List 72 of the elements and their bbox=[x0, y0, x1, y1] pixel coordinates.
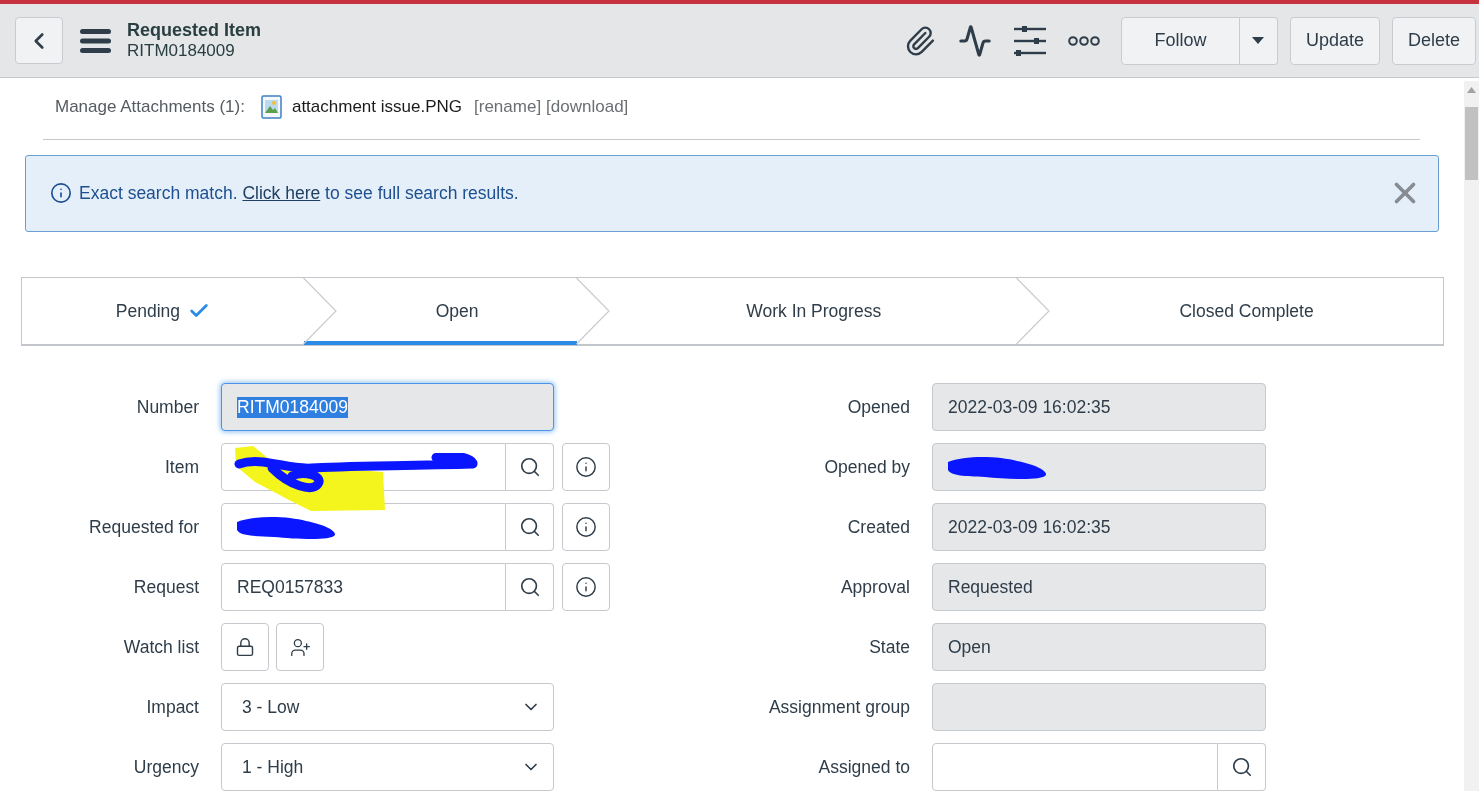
lock-icon bbox=[235, 637, 255, 657]
stage-label: Work In Progress bbox=[746, 300, 882, 322]
sliders-icon[interactable] bbox=[1013, 25, 1046, 56]
info-button[interactable] bbox=[562, 503, 610, 551]
follow-menu-button[interactable] bbox=[1239, 16, 1278, 65]
input-field[interactable]: Requested bbox=[932, 563, 1266, 611]
action-button[interactable]: Delete bbox=[1391, 16, 1476, 65]
field-label: Opened bbox=[846, 396, 910, 418]
attachment-file-link[interactable]: attachment issue.PNG bbox=[291, 97, 462, 118]
info-icon bbox=[50, 182, 72, 205]
field-label: Approval bbox=[839, 576, 910, 598]
input-field[interactable]: 2022-03-09 16:02:35 bbox=[932, 503, 1266, 551]
attachment-action-link[interactable]: [download] bbox=[546, 97, 629, 118]
caret-down-icon bbox=[1252, 37, 1265, 44]
menu-icon[interactable] bbox=[80, 28, 111, 53]
stage-label: Closed Complete bbox=[1179, 300, 1314, 322]
search-icon bbox=[1230, 756, 1253, 778]
field-label: Request bbox=[132, 576, 199, 598]
follow-button[interactable]: Follow bbox=[1120, 16, 1240, 65]
field-label: State bbox=[868, 636, 910, 658]
add-user-button[interactable] bbox=[276, 623, 324, 671]
attachment-action-link[interactable]: [rename] bbox=[474, 97, 542, 118]
input-field[interactable]: RITM0184009 bbox=[221, 383, 554, 431]
banner-message: Exact search match. Click here to see full search results. bbox=[79, 182, 519, 204]
field-label: Created bbox=[846, 516, 910, 538]
search-icon bbox=[518, 516, 541, 538]
more-options-icon[interactable] bbox=[1067, 35, 1100, 46]
scrollbar-thumb[interactable] bbox=[1465, 107, 1478, 180]
search-icon bbox=[518, 456, 541, 478]
input-field[interactable]: REQ0157833 bbox=[221, 563, 506, 611]
field-label: Assignment group bbox=[767, 696, 910, 718]
input-field[interactable] bbox=[932, 743, 1218, 791]
select-value: 3 - Low bbox=[242, 696, 300, 718]
stage-label: Open bbox=[435, 300, 479, 322]
info-icon bbox=[575, 456, 597, 478]
pulse-icon[interactable] bbox=[957, 23, 992, 58]
field-label: Requested for bbox=[88, 516, 199, 538]
lock-button[interactable] bbox=[221, 623, 269, 671]
dropdown-select[interactable]: 1 - High bbox=[221, 743, 554, 791]
attachments-label: Manage Attachments (1): bbox=[55, 97, 245, 118]
field-label: Watch list bbox=[122, 636, 199, 658]
user-plus-icon bbox=[289, 636, 311, 658]
dropdown-select[interactable]: 3 - Low bbox=[221, 683, 554, 731]
selected-text: RITM0184009 bbox=[237, 396, 348, 418]
image-file-icon bbox=[260, 95, 283, 120]
info-button[interactable] bbox=[562, 563, 610, 611]
scrollbar[interactable] bbox=[1464, 81, 1479, 791]
field-label: Opened by bbox=[823, 456, 910, 478]
input-field[interactable]: 2022-03-09 16:02:35 bbox=[932, 383, 1266, 431]
record-number: RITM0184009 bbox=[127, 41, 236, 61]
select-value: 1 - High bbox=[242, 756, 304, 778]
search-icon bbox=[518, 576, 541, 598]
field-label: Urgency bbox=[132, 756, 199, 778]
field-label: Assigned to bbox=[817, 756, 910, 778]
info-button[interactable] bbox=[562, 443, 610, 491]
record-title: Requested Item bbox=[127, 20, 262, 41]
info-icon bbox=[575, 516, 597, 538]
info-icon bbox=[575, 576, 597, 598]
back-button[interactable] bbox=[15, 17, 63, 64]
action-button[interactable]: Update bbox=[1289, 16, 1380, 65]
input-field[interactable] bbox=[932, 443, 1266, 491]
field-label: Number bbox=[135, 396, 199, 418]
search-results-link[interactable]: Click here bbox=[242, 182, 321, 203]
input-field[interactable] bbox=[932, 683, 1266, 731]
search-button[interactable] bbox=[506, 503, 554, 551]
field-label: Item bbox=[163, 456, 199, 478]
stage-label: Pending bbox=[115, 300, 181, 322]
search-button[interactable] bbox=[506, 563, 554, 611]
field-label: Impact bbox=[145, 696, 199, 718]
search-button[interactable] bbox=[506, 443, 554, 491]
search-button[interactable] bbox=[1218, 743, 1266, 791]
input-field[interactable]: Open bbox=[932, 623, 1266, 671]
